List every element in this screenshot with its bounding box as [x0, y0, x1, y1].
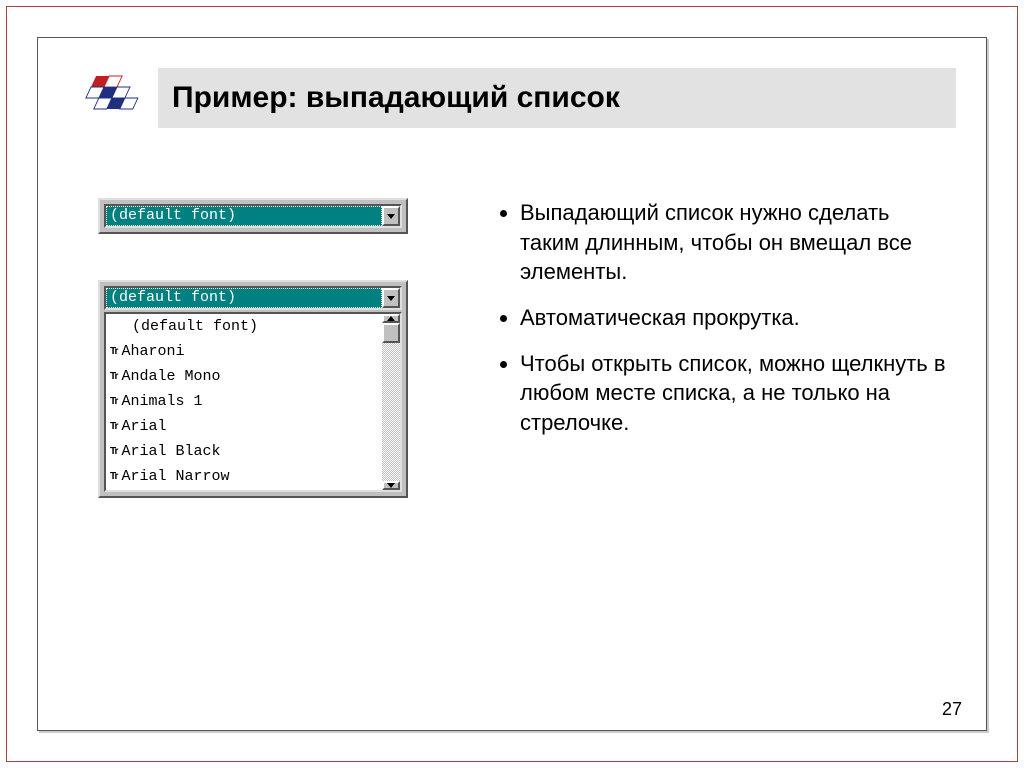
- page-number: 27: [942, 699, 962, 720]
- font-combo-open[interactable]: (default font): [104, 286, 402, 310]
- truetype-icon: Tr: [110, 414, 117, 439]
- truetype-icon: Tr: [110, 339, 117, 364]
- combo-closed-frame: (default font): [98, 198, 408, 234]
- list-item[interactable]: Tr Arial: [106, 414, 382, 439]
- truetype-icon: Tr: [110, 464, 117, 489]
- font-dropdown: (default font) Tr Aharoni Tr Andale Mono: [104, 312, 402, 492]
- list-item-label: Arial Black: [121, 439, 220, 464]
- list-item[interactable]: Tr Arial Black: [106, 439, 382, 464]
- truetype-icon: Tr: [110, 389, 117, 414]
- logo-icon: [72, 72, 152, 122]
- list-item-label: Arial Narrow: [121, 464, 229, 489]
- bullet-item: Автоматическая прокрутка.: [520, 303, 946, 333]
- slide-header: Пример: выпадающий список: [158, 68, 956, 128]
- list-item-label: Animals 1: [121, 389, 202, 414]
- slide-outer-frame: Пример: выпадающий список (default font): [6, 6, 1018, 762]
- list-item[interactable]: (default font): [106, 314, 382, 339]
- chevron-down-icon: [387, 296, 395, 301]
- list-item-label: Andale Mono: [121, 364, 220, 389]
- bullet-item: Чтобы открыть список, можно щелкнуть в л…: [520, 349, 946, 438]
- scroll-up-button[interactable]: [382, 314, 400, 323]
- bullet-item: Выпадающий список нужно сделать таким дл…: [520, 198, 946, 287]
- chevron-up-icon: [387, 316, 395, 321]
- font-combo-closed-value: (default font): [106, 206, 382, 226]
- font-combo-open-button[interactable]: [382, 288, 400, 308]
- list-item-label: (default font): [114, 314, 258, 339]
- bullet-list: Выпадающий список нужно сделать таким дл…: [498, 198, 946, 438]
- scroll-track[interactable]: [382, 323, 400, 481]
- combo-open-frame: (default font) (default font): [98, 280, 408, 498]
- slide-title: Пример: выпадающий список: [172, 81, 620, 115]
- font-combo-closed-button[interactable]: [382, 206, 400, 226]
- truetype-icon: Tr: [110, 439, 117, 464]
- font-combo-open-value: (default font): [106, 288, 382, 308]
- list-item-label: Arial: [121, 414, 166, 439]
- font-combo-closed[interactable]: (default font): [104, 204, 402, 228]
- scroll-thumb[interactable]: [382, 323, 400, 343]
- dropdown-scrollbar[interactable]: [382, 314, 400, 490]
- list-item[interactable]: Tr Andale Mono: [106, 364, 382, 389]
- chevron-down-icon: [387, 483, 395, 488]
- list-item[interactable]: Tr Aharoni: [106, 339, 382, 364]
- list-item[interactable]: Tr Animals 1: [106, 389, 382, 414]
- list-item-label: Aharoni: [121, 339, 184, 364]
- font-dropdown-list[interactable]: (default font) Tr Aharoni Tr Andale Mono: [106, 314, 382, 490]
- scroll-down-button[interactable]: [382, 481, 400, 490]
- slide-inner-frame: Пример: выпадающий список (default font): [37, 37, 987, 731]
- truetype-icon: Tr: [110, 364, 117, 389]
- chevron-down-icon: [387, 214, 395, 219]
- list-item[interactable]: Tr Arial Narrow: [106, 464, 382, 489]
